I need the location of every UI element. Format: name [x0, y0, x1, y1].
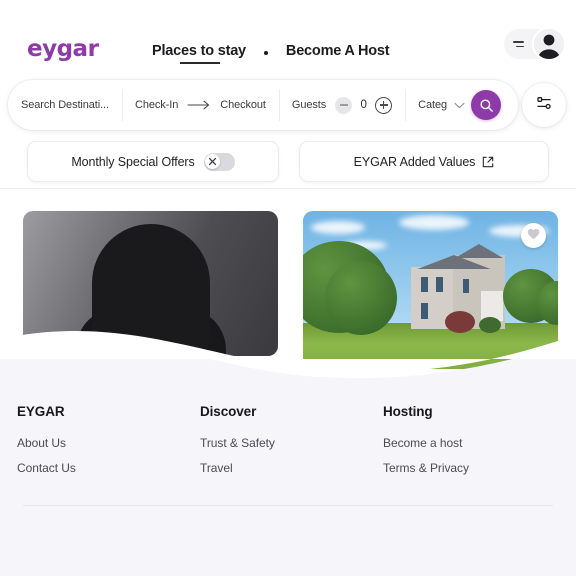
footer-link-become-a-host[interactable]: Become a host [383, 436, 566, 450]
footer-link-travel[interactable]: Travel [200, 461, 383, 475]
category-label: Categ [418, 99, 447, 111]
chip-monthly-special-offers[interactable]: Monthly Special Offers [27, 141, 279, 182]
hamburger-icon [511, 40, 524, 48]
footer-link-contact-us[interactable]: Contact Us [17, 461, 200, 475]
guests-plus-button[interactable] [375, 96, 393, 114]
footer-column-title: Hosting [383, 404, 433, 419]
nav-item-places-to-stay[interactable]: Places to stay [152, 43, 246, 64]
footer-divider [23, 505, 553, 506]
user-menu-button[interactable] [504, 27, 566, 61]
footer-column-discover: Discover Trust & Safety Travel [200, 404, 383, 486]
footer-link-terms-privacy[interactable]: Terms & Privacy [383, 461, 566, 475]
search-submit-button[interactable] [471, 90, 501, 120]
filter-chips: Monthly Special Offers EYGAR Added Value… [27, 141, 549, 182]
search-destination-value: Search Destinati... [21, 99, 109, 111]
checkout-label: Checkout [220, 99, 266, 111]
search-destination-field[interactable]: Search Destinati... [8, 80, 122, 130]
guests-minus-button[interactable] [335, 96, 353, 114]
chip-eygar-added-values[interactable]: EYGAR Added Values [299, 141, 549, 182]
category-select[interactable]: Categ [405, 80, 518, 130]
user-avatar-icon[interactable] [532, 27, 566, 61]
nav-separator-dot [263, 50, 268, 55]
chip-eygar-added-values-label: EYGAR Added Values [353, 154, 476, 169]
date-range-field[interactable]: Check-In Checkout [122, 80, 279, 130]
guests-label: Guests [291, 99, 327, 111]
primary-nav: Places to stay Become A Host [152, 43, 390, 64]
filters-button[interactable] [522, 83, 566, 127]
wave-divider [0, 330, 576, 389]
footer-column-title: Discover [200, 404, 257, 419]
close-x-icon [205, 154, 221, 169]
chip-monthly-special-offers-label: Monthly Special Offers [71, 154, 195, 169]
guests-stepper: 0 [335, 96, 393, 114]
brand-logo[interactable]: eygar [27, 38, 99, 61]
chevron-down-icon [454, 102, 465, 109]
footer-link-trust-safety[interactable]: Trust & Safety [200, 436, 383, 450]
sliders-icon [535, 94, 553, 117]
site-footer: EYGAR About Us Contact Us Discover Trust… [0, 389, 576, 576]
site-header: eygar Places to stay Become A Host [0, 0, 576, 82]
guests-field[interactable]: Guests 0 [278, 80, 405, 130]
heart-icon [527, 227, 540, 245]
guests-count: 0 [360, 99, 367, 111]
footer-column-eygar: EYGAR About Us Contact Us [17, 404, 200, 486]
arrow-right-icon [187, 100, 211, 110]
search-bar: Search Destinati... Check-In Checkout Gu… [8, 80, 518, 130]
monthly-special-offers-toggle[interactable] [203, 152, 235, 171]
footer-link-about-us[interactable]: About Us [17, 436, 200, 450]
favorite-button[interactable] [521, 223, 546, 248]
nav-item-become-a-host[interactable]: Become A Host [286, 43, 390, 62]
footer-columns: EYGAR About Us Contact Us Discover Trust… [17, 404, 566, 486]
external-link-icon [482, 156, 494, 168]
check-in-label: Check-In [135, 99, 179, 111]
footer-column-title: EYGAR [17, 404, 65, 419]
app-root: eygar Places to stay Become A Host Searc… [0, 0, 576, 576]
cards-region [0, 189, 576, 389]
footer-column-hosting: Hosting Become a host Terms & Privacy [383, 404, 566, 486]
